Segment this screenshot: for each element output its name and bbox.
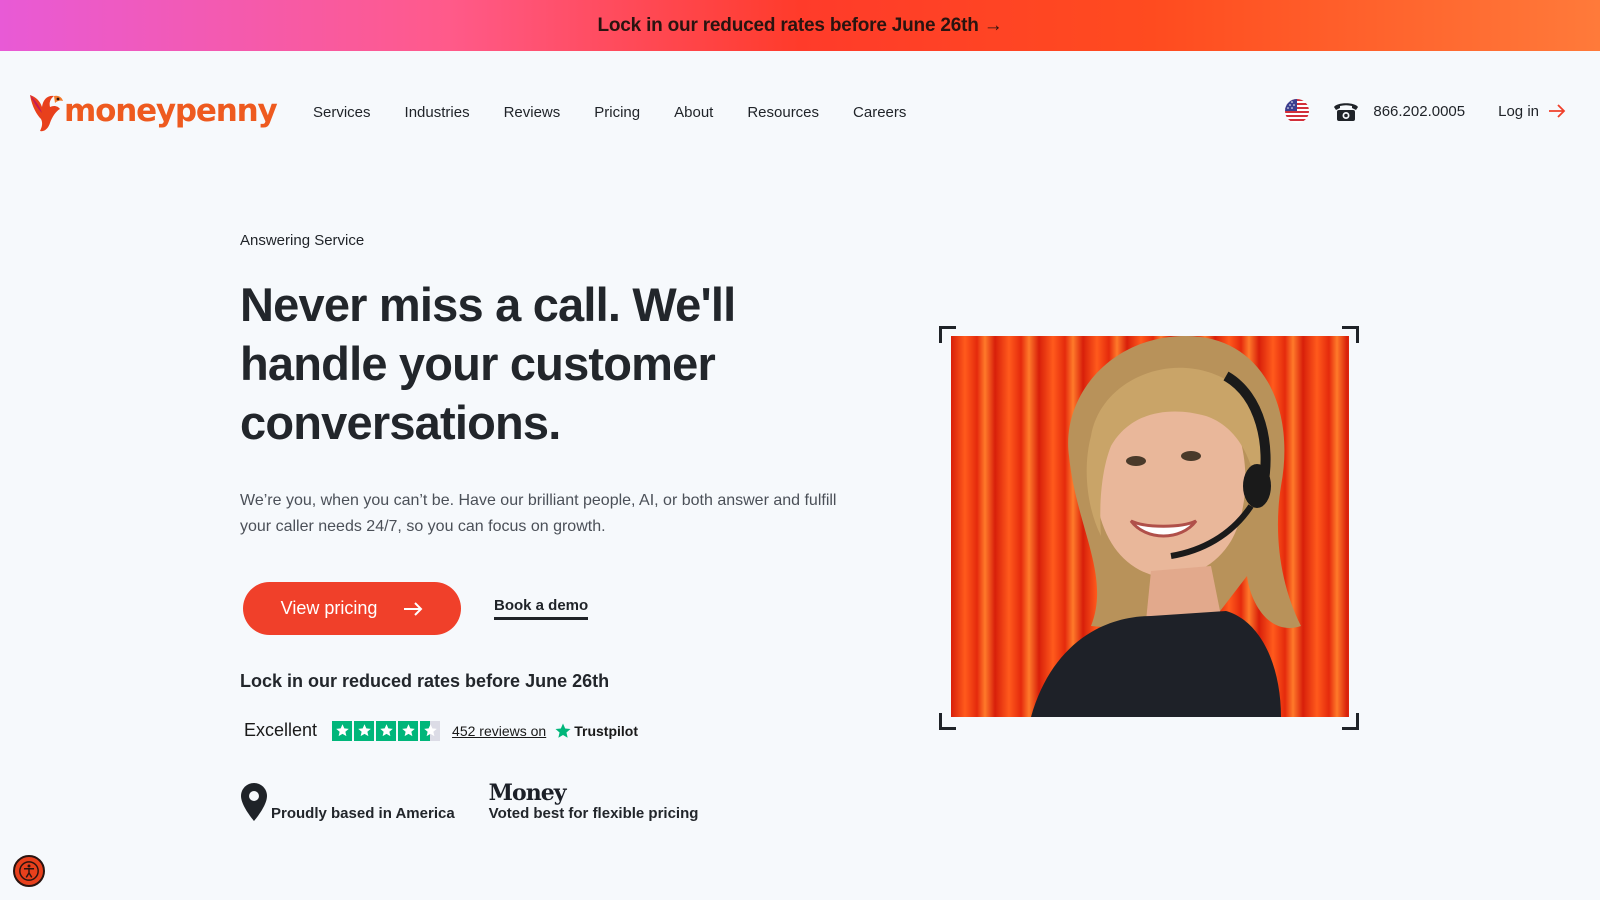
- nav-reviews[interactable]: Reviews: [504, 104, 561, 121]
- phone-number-link[interactable]: 866.202.0005: [1373, 103, 1465, 120]
- header-actions: 866.202.0005 Log in: [1285, 99, 1566, 123]
- agent-portrait-image: [951, 336, 1349, 717]
- nav-careers[interactable]: Careers: [853, 104, 906, 121]
- trustpilot-stars: [332, 720, 441, 741]
- site-header: moneypenny Services Industries Reviews P…: [0, 51, 1600, 181]
- star-icon: [398, 720, 419, 741]
- hero-image-frame: [939, 326, 1359, 730]
- login-link[interactable]: Log in: [1498, 103, 1566, 120]
- arrow-right-icon: [404, 601, 423, 616]
- nav-resources[interactable]: Resources: [747, 104, 819, 121]
- bird-logo-icon: [30, 95, 63, 132]
- money-badge-text: Voted best for flexible pricing: [488, 805, 699, 822]
- phone-icon: [1334, 103, 1359, 121]
- promo-link[interactable]: Lock in our reduced rates before June 26…: [597, 15, 1002, 37]
- offer-text: Lock in our reduced rates before June 26…: [240, 671, 610, 691]
- star-icon: [354, 720, 375, 741]
- us-flag-icon[interactable]: [1285, 99, 1310, 123]
- view-pricing-button[interactable]: View pricing: [243, 582, 461, 635]
- money-logo: Money: [488, 780, 567, 806]
- hero-eyebrow: Answering Service: [240, 232, 365, 249]
- america-badge-text: Proudly based in America: [271, 805, 455, 822]
- login-label: Log in: [1498, 102, 1539, 120]
- book-demo-link[interactable]: Book a demo: [494, 597, 589, 620]
- map-pin-icon: [241, 783, 267, 821]
- hero-title: Never miss a call. We'll handle your cus…: [240, 278, 736, 449]
- hero-lead: We’re you, when you can’t be. Have our b…: [240, 492, 837, 535]
- logo-wordmark: moneypenny: [64, 93, 278, 129]
- money-badge: Money Voted best for flexible pricing: [489, 781, 699, 822]
- nav-about[interactable]: About: [674, 104, 713, 121]
- trustpilot-rating-word: Excellent: [244, 720, 318, 740]
- america-badge: Proudly based in America: [240, 782, 455, 822]
- trustpilot-logo: Trustpilot: [554, 722, 638, 740]
- hero-section: Answering Service Never miss a call. We'…: [240, 232, 860, 822]
- view-pricing-label: View pricing: [280, 598, 378, 618]
- star-icon: [332, 720, 353, 741]
- nav-industries[interactable]: Industries: [405, 104, 470, 121]
- agent-portrait-illustration: [1031, 336, 1301, 717]
- arrow-right-icon: [1549, 104, 1566, 118]
- promo-banner: Lock in our reduced rates before June 26…: [0, 0, 1600, 51]
- star-half-icon: [420, 720, 441, 741]
- trustpilot-reviews-link[interactable]: 452 reviews on: [452, 723, 546, 739]
- trustpilot-star-icon: [555, 723, 571, 738]
- logo[interactable]: moneypenny: [28, 89, 278, 133]
- trustpilot-widget[interactable]: Excellent 452 reviews on Trustpilot: [240, 720, 860, 741]
- main-nav: Services Industries Reviews Pricing Abou…: [313, 104, 940, 121]
- trustpilot-brand: Trustpilot: [574, 722, 638, 739]
- accessibility-button[interactable]: [13, 855, 45, 887]
- star-icon: [376, 720, 397, 741]
- nav-pricing[interactable]: Pricing: [594, 104, 640, 121]
- nav-services[interactable]: Services: [313, 104, 371, 121]
- badges-row: Proudly based in America Money Voted bes…: [240, 781, 860, 822]
- accessibility-icon: [19, 861, 39, 881]
- cta-row: View pricing Book a demo: [240, 582, 860, 635]
